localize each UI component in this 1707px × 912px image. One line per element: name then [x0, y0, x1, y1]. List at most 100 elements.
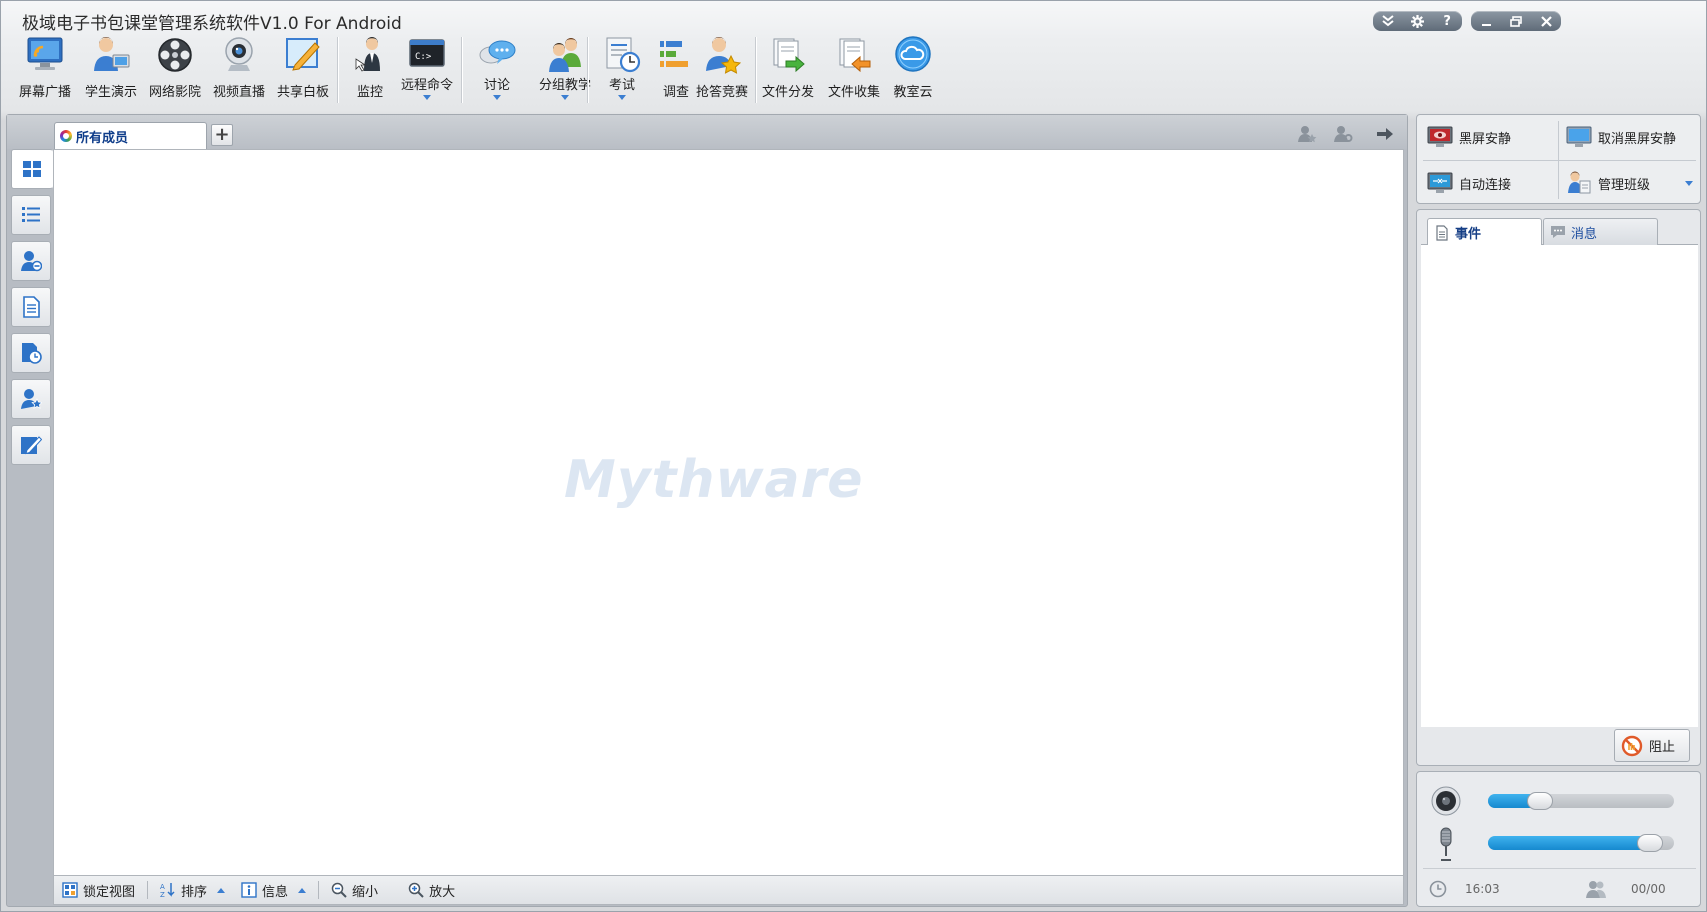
toolbar-label: 分组教学 [538, 78, 591, 93]
restore-icon[interactable] [1503, 11, 1529, 31]
user-settings-icon[interactable] [1331, 123, 1355, 145]
lock-view-label: 锁定视图 [83, 884, 136, 900]
dropdown-arrow-icon[interactable] [618, 95, 626, 100]
toolbar-exam[interactable]: 考试 [593, 33, 651, 107]
toolbar-group-teaching[interactable]: 分组教学 [529, 33, 601, 107]
title-bar: 极域电子书包课堂管理系统软件V1.0 For Android ? [1, 1, 1706, 37]
color-ring-icon [60, 130, 72, 142]
tab-events[interactable]: 事件 [1427, 218, 1542, 246]
view-sidebar [11, 149, 53, 471]
user-star-icon[interactable] [1295, 123, 1319, 145]
dropdown-arrow-icon[interactable] [423, 95, 431, 100]
toolbar-file-collect[interactable]: 文件收集 [821, 33, 887, 107]
auto-connect-label: 自动连接 [1459, 177, 1512, 193]
add-tab-button[interactable]: + [211, 124, 233, 146]
group-people-icon [549, 38, 581, 72]
lock-view-button[interactable]: 锁定视图 [54, 876, 143, 904]
student-demo-icon [94, 37, 130, 71]
tab-label: 所有成员 [76, 130, 129, 146]
sidebar-item-thumbnail-view[interactable] [11, 149, 53, 189]
info-dropdown-icon[interactable] [298, 887, 307, 893]
auto-connect-button[interactable]: 自动连接 [1421, 165, 1556, 201]
black-screen-button[interactable]: 黑屏安静 [1421, 119, 1556, 155]
clock-icon [1429, 880, 1447, 898]
svg-text:C:>: C:> [415, 52, 432, 62]
dropdown-arrow-icon[interactable] [493, 95, 501, 100]
events-panel: 事件 消息 阻止 [1416, 209, 1701, 766]
tab-messages-label: 消息 [1571, 226, 1598, 242]
toolbar-student-demo[interactable]: 学生演示 [79, 33, 143, 107]
sidebar-item-history-view[interactable] [11, 333, 51, 373]
svg-text:A: A [160, 883, 165, 891]
sort-icon: AZ [160, 883, 175, 898]
toolbar-separator [587, 37, 588, 103]
microphone-icon [1440, 827, 1452, 861]
toolbar-discussion[interactable]: 讨论 [465, 33, 529, 107]
users-icon [1586, 881, 1606, 898]
sidebar-item-favorite-view[interactable] [11, 379, 51, 419]
zoom-out-button[interactable]: 缩小 [323, 876, 386, 904]
svg-text:Z: Z [160, 891, 165, 898]
minimize-icon[interactable] [1473, 11, 1499, 31]
dropdown-arrow-icon[interactable] [561, 95, 569, 100]
toolbar-screen-broadcast[interactable]: 屏幕广播 [13, 33, 77, 107]
tab-messages[interactable]: 消息 [1543, 218, 1658, 245]
tab-all-members[interactable]: 所有成员 [54, 122, 207, 149]
window-controls [1471, 11, 1561, 31]
mic-volume-thumb[interactable] [1637, 834, 1663, 852]
toolbar-label: 文件收集 [827, 85, 880, 100]
command-prompt-icon: C:> [409, 39, 445, 67]
black-screen-label: 黑屏安静 [1459, 131, 1512, 147]
zoom-in-button[interactable]: 放大 [400, 876, 463, 904]
toolbar-video-live[interactable]: 视频直播 [207, 33, 271, 107]
block-label: 阻止 [1649, 740, 1676, 755]
sort-button[interactable]: AZ 排序 [152, 876, 233, 904]
toolbar-monitor[interactable]: 监控 [343, 33, 397, 107]
mic-volume-slider[interactable] [1488, 834, 1674, 852]
tab-actions [1295, 123, 1397, 145]
toolbar-network-cinema[interactable]: 网络影院 [143, 33, 207, 107]
toolbar-file-distribute[interactable]: 文件分发 [755, 33, 821, 107]
broadcast-icon [27, 37, 63, 70]
zoom-in-label: 放大 [429, 884, 456, 900]
main-toolbar: 屏幕广播 学生演示 网络影院 视频直播 共享白板 监控 C:> 远程命令 讨论 … [9, 33, 1049, 107]
event-list[interactable] [1421, 245, 1698, 727]
document-clock-icon [22, 343, 42, 364]
speaker-volume-thumb[interactable] [1527, 792, 1553, 810]
toolbar-quiz-race[interactable]: 抢答竞赛 [687, 33, 757, 107]
system-menu-group: ? [1373, 11, 1462, 31]
student-workspace[interactable]: Mythware [53, 149, 1404, 876]
user-star-icon [21, 389, 42, 409]
toolbar-classroom-cloud[interactable]: 教室云 [885, 33, 941, 107]
close-icon[interactable] [1533, 11, 1559, 31]
sidebar-item-report-view[interactable] [11, 287, 51, 327]
arrow-right-icon[interactable] [1373, 123, 1397, 145]
toolbar-remote-command[interactable]: C:> 远程命令 [395, 33, 459, 107]
status-separator [147, 881, 149, 899]
info-icon [241, 882, 257, 898]
audio-status-panel: 16:03 00/00 [1416, 771, 1701, 907]
window-title: 极域电子书包课堂管理系统软件V1.0 For Android [22, 14, 402, 34]
manage-class-button[interactable]: 管理班级 [1560, 165, 1695, 201]
sort-dropdown-icon[interactable] [217, 887, 226, 893]
block-button[interactable]: 阻止 [1614, 729, 1690, 762]
toolbar-label: 网络影院 [148, 85, 201, 100]
manage-class-dropdown-icon[interactable] [1685, 181, 1693, 186]
cloud-icon [895, 36, 931, 72]
collapse-toolbar-icon[interactable] [1375, 11, 1401, 31]
speaker-icon [1431, 786, 1461, 816]
speaker-volume-slider[interactable] [1488, 792, 1674, 810]
toolbar-shared-whiteboard[interactable]: 共享白板 [271, 33, 335, 107]
member-tab-bar: 所有成员 + [7, 115, 1407, 149]
block-icon [1621, 735, 1643, 756]
webcam-icon [225, 37, 253, 71]
help-icon[interactable]: ? [1434, 11, 1460, 31]
sidebar-item-edit-view[interactable] [11, 425, 51, 465]
sidebar-item-member-status[interactable] [11, 241, 51, 281]
info-button[interactable]: 信息 [233, 876, 314, 904]
cancel-black-screen-label: 取消黑屏安静 [1598, 131, 1677, 147]
sidebar-item-list-view[interactable] [11, 195, 51, 235]
pen-edit-icon [21, 436, 42, 455]
cancel-black-screen-button[interactable]: 取消黑屏安静 [1560, 119, 1695, 155]
settings-gear-icon[interactable] [1404, 11, 1430, 31]
